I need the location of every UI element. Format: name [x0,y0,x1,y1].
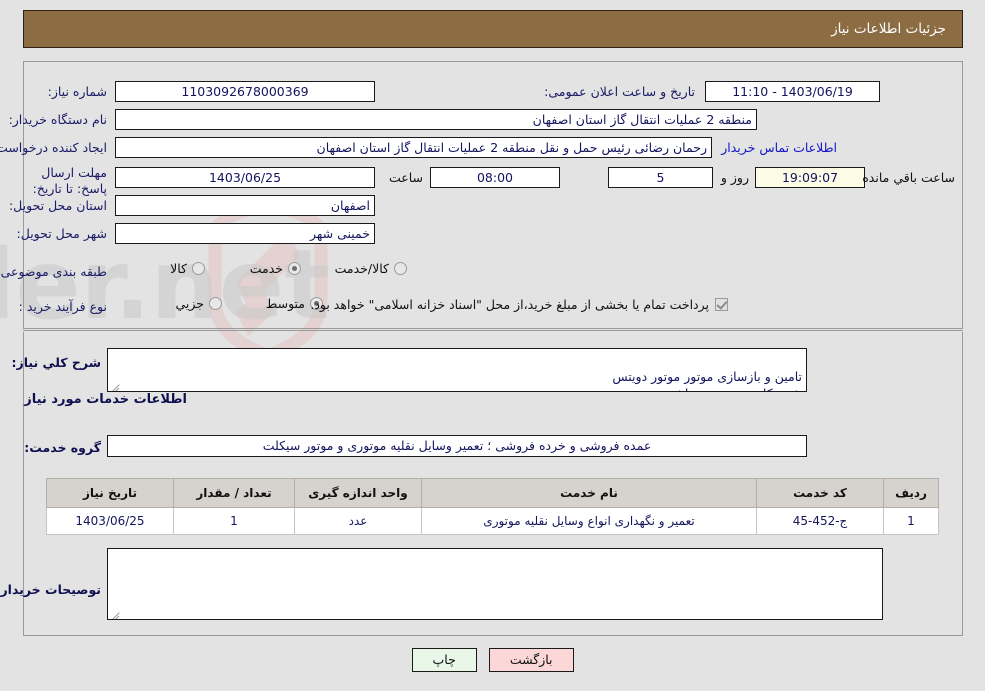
table-row: 1 ج-452-45 تعمیر و نگهداری انواع وسایل ن… [46,507,939,535]
services-table: ردیف کد خدمت نام خدمت واحد اندازه گیری ت… [46,478,939,535]
col-unit: واحد اندازه گیری [294,478,422,508]
deadline-label: مهلت ارسال پاسخ: تا تاریخ: [32,165,107,196]
section-divider [23,330,963,331]
back-button[interactable]: بازگشت [488,648,574,672]
print-button[interactable]: چاپ [411,648,477,672]
buyer-comments-label: توصیحات خریدار: [0,582,101,597]
buyer-contact-link[interactable]: اطلاعات تماس خریدار [721,140,837,155]
process-option-label: جزیي [175,296,204,311]
checkbox-indicator[interactable] [715,298,728,311]
resize-handle-icon[interactable] [110,379,121,391]
general-description-label: شرح کلي نیاز: [11,355,101,370]
col-quantity: تعداد / مقدار [173,478,295,508]
page-title: جزئیات اطلاعات نیاز [831,21,946,37]
cell-service-name: تعمیر و نگهداری انواع وسایل نقلیه موتوری [421,507,757,535]
treasury-note[interactable]: پرداخت تمام یا بخشی از مبلغ خرید،از محل … [310,297,728,312]
col-service-name: نام خدمت [421,478,757,508]
need-details-page: AriaTender.net جزئیات اطلاعات نیاز شماره… [0,0,985,691]
request-creator-value: رحمان رضائی رئیس حمل و نقل منطقه 2 عملیا… [115,137,712,158]
cell-row: 1 [883,507,939,535]
process-radio-jozei[interactable]: جزیي [175,296,222,311]
cell-unit: عدد [294,507,422,535]
announce-datetime-label: تاریخ و ساعت اعلان عمومی: [544,84,695,99]
general-description-textarea[interactable]: تامین و بازسازی موتور موتور دویتس شرح کا… [107,348,807,392]
buyer-org-label: نام دستگاه خریدار: [8,112,107,127]
cell-need-date: 1403/06/25 [46,507,174,535]
announce-datetime-value: 1403/06/19 - 11:10 [705,81,880,102]
radio-indicator[interactable] [288,262,301,275]
category-radio-khedmat[interactable]: خدمت [250,261,301,276]
delivery-province-label: استان محل تحویل: [8,198,107,213]
resize-handle-icon[interactable] [110,607,121,619]
need-number-value: 1103092678000369 [115,81,375,102]
purchase-process-label: نوع فرآیند خرید : [18,299,107,314]
table-header-row: ردیف کد خدمت نام خدمت واحد اندازه گیری ت… [46,478,939,508]
buyer-comments-textarea[interactable] [107,548,883,620]
deadline-days-value: 5 [608,167,713,188]
deadline-date-value: 1403/06/25 [115,167,375,188]
page-header-bar: جزئیات اطلاعات نیاز [23,10,963,48]
delivery-province-value: اصفهان [115,195,375,216]
deadline-countdown-label: ساعت باقي مانده [862,170,955,185]
footer-button-row: بازگشت چاپ [0,648,985,672]
service-group-label: گروه خدمت: [24,440,101,455]
service-group-value: عمده فروشی و خرده فروشی ؛ تعمیر وسایل نق… [107,435,807,457]
delivery-city-value: خمینی شهر [115,223,375,244]
radio-indicator[interactable] [394,262,407,275]
general-description-value: تامین و بازسازی موتور موتور دویتس شرح کا… [612,369,802,391]
category-radio-kala[interactable]: کالا [170,261,205,276]
category-option-label: خدمت [249,261,283,276]
category-option-label: کالا [170,261,187,276]
cell-quantity: 1 [173,507,295,535]
delivery-city-label: شهر محل تحویل: [16,226,107,241]
treasury-note-text: پرداخت تمام یا بخشی از مبلغ خرید،از محل … [310,297,709,312]
process-option-label: متوسط [265,296,305,311]
deadline-countdown-value: 19:09:07 [755,167,865,188]
request-creator-label: ایجاد کننده درخواست: [0,140,107,155]
deadline-days-label: روز و [720,170,749,185]
col-service-code: کد خدمت [756,478,884,508]
deadline-time-value: 08:00 [430,167,560,188]
col-row: ردیف [883,478,939,508]
category-option-label: کالا/خدمت [334,261,389,276]
need-number-label: شماره نیاز: [47,84,107,99]
category-radio-kala-khedmat[interactable]: کالا/خدمت [335,261,407,276]
category-label: طبقه بندی موضوعی: [0,264,107,279]
services-section-heading: اطلاعات خدمات مورد نیاز [24,392,187,407]
radio-indicator[interactable] [192,262,205,275]
buyer-org-value: منطقه 2 عملیات انتقال گاز استان اصفهان [115,109,757,130]
col-need-date: تاریخ نیاز [46,478,174,508]
radio-indicator[interactable] [209,297,222,310]
deadline-time-label: ساعت [388,170,423,185]
cell-service-code: ج-452-45 [756,507,884,535]
